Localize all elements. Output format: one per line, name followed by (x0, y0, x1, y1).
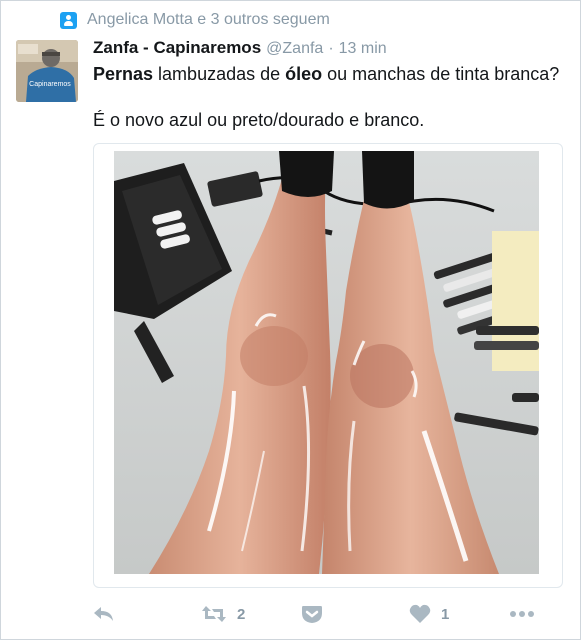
photo-legs-illustration (114, 151, 539, 574)
more-dots-icon (510, 611, 534, 617)
text-segment-2: ou manchas de tinta branca? (322, 64, 560, 84)
follow-user-icon (60, 11, 77, 29)
author-handle[interactable]: @Zanfa (266, 40, 323, 58)
retweet-icon (202, 606, 226, 622)
retweet-count: 2 (237, 605, 246, 623)
heart-icon (409, 604, 431, 623)
social-context[interactable]: Angelica Motta e 3 outros seguem (60, 10, 330, 30)
retweet-button[interactable]: 2 (201, 600, 245, 628)
more-button[interactable] (509, 600, 535, 628)
tweet-header: Zanfa - Capinaremos @Zanfa · 13 min (93, 38, 387, 60)
avatar-shirt-text: Capinaremos (29, 81, 71, 88)
save-to-pocket-button[interactable] (301, 600, 323, 628)
bold-word-pernas: Pernas (93, 64, 154, 84)
header-separator: · (328, 40, 334, 57)
reply-button[interactable] (93, 600, 115, 628)
text-segment-1: lambuzadas de (153, 64, 286, 84)
tweet-text-line-2: É o novo azul ou preto/dourado e branco. (93, 110, 425, 130)
tweet-timestamp[interactable]: 13 min (339, 40, 387, 58)
like-button[interactable]: 1 (409, 600, 449, 628)
bold-word-oleo: óleo (285, 64, 323, 84)
avatar[interactable]: Capinaremos (16, 40, 78, 102)
avatar-image: Capinaremos (16, 40, 78, 102)
tweet-text-line-1: Pernas lambuzadas de óleo ou manchas de … (93, 64, 559, 85)
tweet-actions: 2 1 (93, 600, 553, 628)
author-name[interactable]: Zanfa - Capinaremos (93, 38, 261, 58)
like-count: 1 (441, 605, 450, 623)
pocket-save-icon (302, 606, 322, 623)
reply-icon (94, 607, 113, 621)
social-context-text: Angelica Motta e 3 outros seguem (87, 11, 330, 28)
tweet-photo[interactable] (114, 151, 539, 574)
